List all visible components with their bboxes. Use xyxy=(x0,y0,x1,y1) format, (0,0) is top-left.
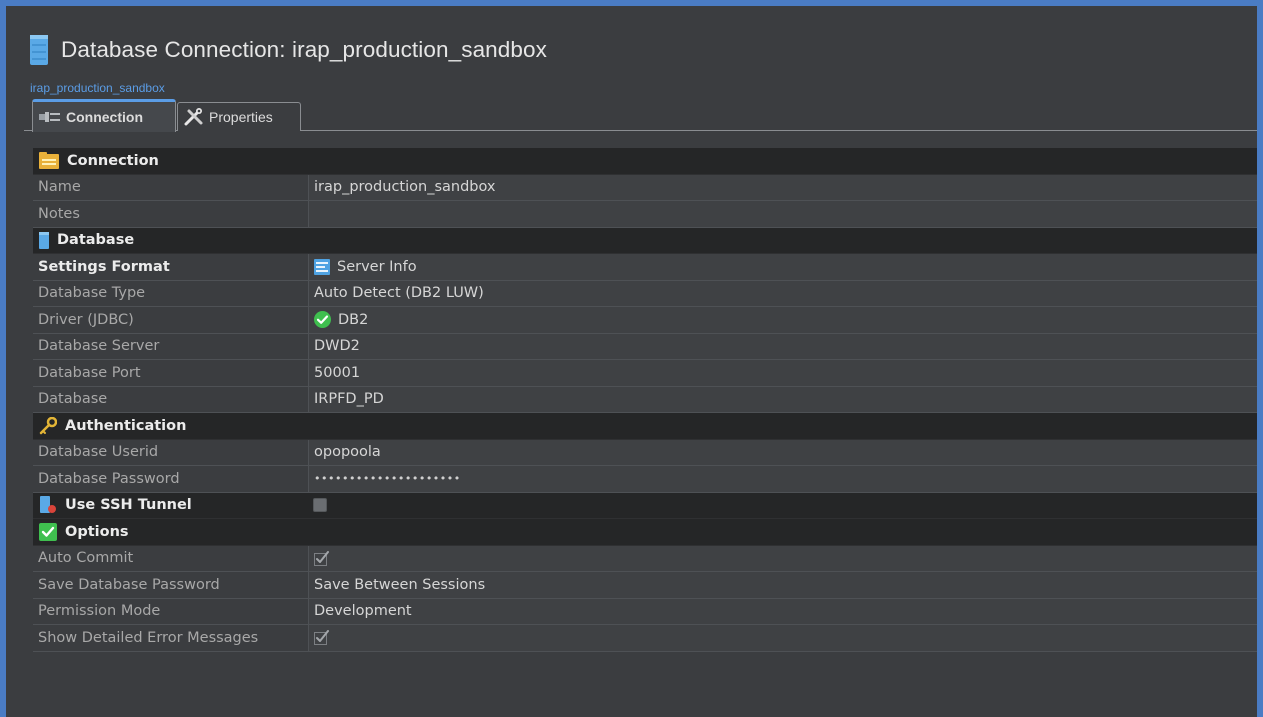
database-label: Database xyxy=(38,391,108,408)
section-authentication-header: Authentication xyxy=(39,413,186,439)
database-password-label: Database Password xyxy=(38,470,180,487)
section-database[interactable]: Database xyxy=(33,227,1257,254)
property-row-name[interactable]: Name irap_production_sandbox xyxy=(33,174,1257,201)
property-row-notes[interactable]: Notes xyxy=(33,201,1257,228)
folder-icon xyxy=(39,152,59,170)
show-errors-label: Show Detailed Error Messages xyxy=(38,629,259,646)
database-server-field[interactable]: DWD2 xyxy=(308,333,1257,359)
permission-mode-select[interactable]: Development xyxy=(308,598,1257,624)
driver-value: DB2 xyxy=(338,311,369,328)
section-connection[interactable]: Connection xyxy=(33,148,1257,175)
key-icon xyxy=(39,416,57,435)
save-password-label: Save Database Password xyxy=(38,576,220,593)
connection-property-grid: Connection Name irap_production_sandbox … xyxy=(33,148,1257,652)
database-icon xyxy=(39,231,49,249)
section-ssh-header: Use SSH Tunnel xyxy=(39,493,192,519)
window-title: Database Connection: irap_production_san… xyxy=(61,37,547,62)
section-database-title: Database xyxy=(57,232,135,249)
show-errors-cell[interactable] xyxy=(308,625,1257,651)
save-password-select[interactable]: Save Between Sessions xyxy=(308,572,1257,598)
ssh-tunnel-icon xyxy=(39,496,57,514)
tab-connection[interactable]: Connection xyxy=(32,99,176,132)
database-field[interactable]: IRPFD_PD xyxy=(308,386,1257,412)
settings-format-select[interactable]: Server Info xyxy=(308,254,1257,280)
ssh-tunnel-checkbox[interactable] xyxy=(313,498,327,513)
driver-label: Driver (JDBC) xyxy=(38,311,134,328)
database-password-field[interactable]: ••••••••••••••••••••• xyxy=(308,466,1257,492)
show-errors-checkbox[interactable] xyxy=(314,630,330,646)
tab-properties-label: Properties xyxy=(209,109,273,125)
property-row-permission-mode[interactable]: Permission Mode Development xyxy=(33,598,1257,625)
name-field[interactable]: irap_production_sandbox xyxy=(308,174,1257,200)
database-type-label: Database Type xyxy=(38,285,146,302)
database-userid-field[interactable]: opopoola xyxy=(308,439,1257,465)
property-row-database[interactable]: Database IRPFD_PD xyxy=(33,386,1257,413)
notes-field[interactable] xyxy=(308,201,1257,227)
section-authentication-title: Authentication xyxy=(65,417,187,434)
property-row-database-server[interactable]: Database Server DWD2 xyxy=(33,333,1257,360)
tab-connection-label: Connection xyxy=(66,109,143,125)
auto-commit-label: Auto Commit xyxy=(38,550,134,567)
database-type-select[interactable]: Auto Detect (DB2 LUW) xyxy=(308,280,1257,306)
name-label: Name xyxy=(38,179,81,196)
property-row-database-password[interactable]: Database Password ••••••••••••••••••••• xyxy=(33,466,1257,493)
server-info-icon xyxy=(314,258,330,275)
section-options-title: Options xyxy=(65,523,129,540)
section-options-header: Options xyxy=(39,519,129,545)
password-mask: ••••••••••••••••••••• xyxy=(314,472,461,486)
tab-bar: Connection Properties xyxy=(24,99,1257,132)
section-options[interactable]: Options xyxy=(33,519,1257,546)
settings-format-label: Settings Format xyxy=(38,258,170,275)
database-server-label: Database Server xyxy=(38,338,160,355)
permission-mode-label: Permission Mode xyxy=(38,603,161,620)
property-row-database-type[interactable]: Database Type Auto Detect (DB2 LUW) xyxy=(33,280,1257,307)
auto-commit-cell[interactable] xyxy=(308,545,1257,571)
ssh-tunnel-checkbox-cell[interactable] xyxy=(308,493,1257,519)
database-userid-label: Database Userid xyxy=(38,444,159,461)
settings-format-value: Server Info xyxy=(337,258,417,275)
green-check-circle-icon xyxy=(314,311,331,329)
title-row: Database Connection: irap_production_san… xyxy=(30,30,547,70)
section-connection-title: Connection xyxy=(67,152,159,169)
driver-select[interactable]: DB2 xyxy=(308,307,1257,333)
green-check-icon xyxy=(39,522,57,541)
section-authentication[interactable]: Authentication xyxy=(33,413,1257,440)
section-ssh-title: Use SSH Tunnel xyxy=(65,497,192,514)
breadcrumb-link[interactable]: irap_production_sandbox xyxy=(30,81,165,95)
notes-label: Notes xyxy=(38,205,80,222)
property-row-save-password[interactable]: Save Database Password Save Between Sess… xyxy=(33,572,1257,599)
section-database-header: Database xyxy=(39,228,134,254)
database-icon xyxy=(30,35,48,65)
property-row-database-port[interactable]: Database Port 50001 xyxy=(33,360,1257,387)
tools-icon xyxy=(184,108,204,126)
database-port-field[interactable]: 50001 xyxy=(308,360,1257,386)
property-row-database-userid[interactable]: Database Userid opopoola xyxy=(33,439,1257,466)
section-ssh-tunnel[interactable]: Use SSH Tunnel xyxy=(33,492,1257,519)
property-row-settings-format[interactable]: Settings Format Server Info xyxy=(33,254,1257,281)
property-row-show-errors[interactable]: Show Detailed Error Messages xyxy=(33,625,1257,652)
property-row-driver[interactable]: Driver (JDBC) DB2 xyxy=(33,307,1257,334)
section-connection-header: Connection xyxy=(39,148,159,174)
auto-commit-checkbox[interactable] xyxy=(314,550,330,566)
tab-properties[interactable]: Properties xyxy=(177,102,301,131)
database-port-label: Database Port xyxy=(38,364,141,381)
property-row-auto-commit[interactable]: Auto Commit xyxy=(33,545,1257,572)
connection-icon xyxy=(39,111,61,123)
